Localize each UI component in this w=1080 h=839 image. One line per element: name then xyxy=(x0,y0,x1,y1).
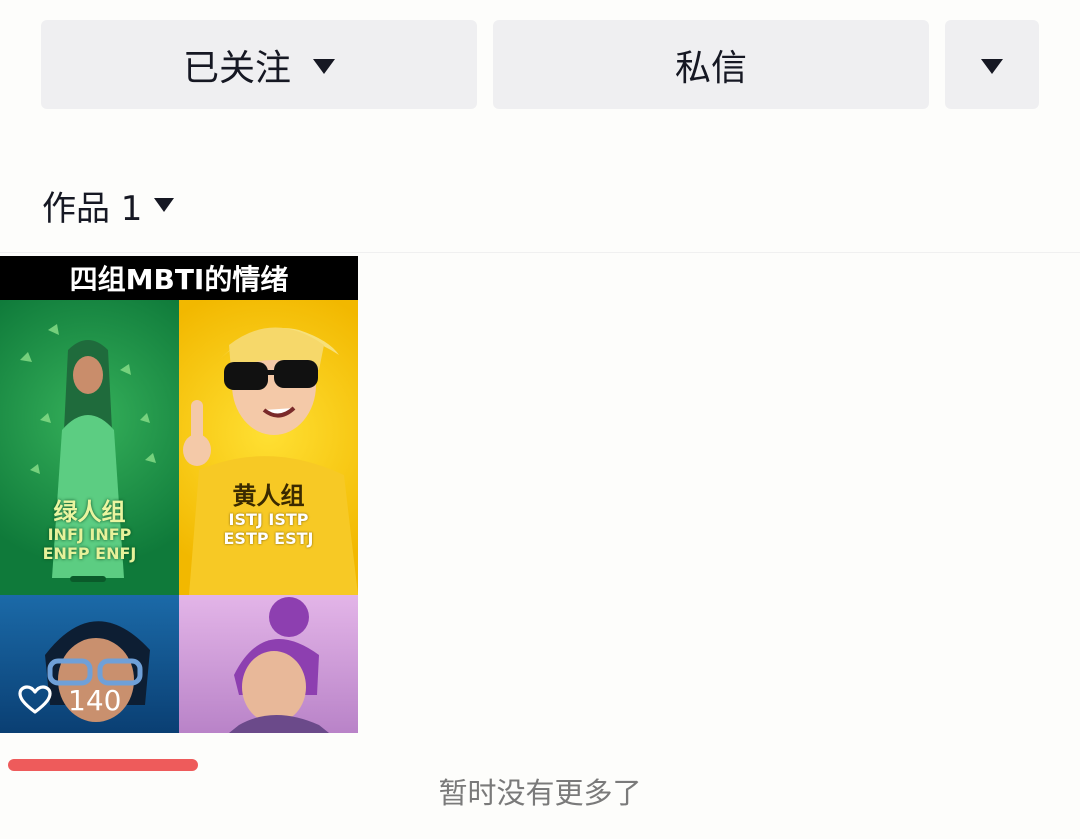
profile-page: 已关注 私信 作品 1 四组MBTI的情绪 绿人组 INFJ INFP ENFP… xyxy=(0,0,1080,839)
yellow-group-types: ISTJ ISTP ESTP ESTJ xyxy=(179,510,358,548)
tab-works[interactable]: 作品 1 xyxy=(42,180,175,230)
green-group-name: 绿人组 xyxy=(53,498,126,526)
no-more-text: 暂时没有更多了 xyxy=(438,776,642,810)
chevron-down-icon xyxy=(313,59,335,74)
more-options-button[interactable] xyxy=(945,20,1039,109)
video-thumbnail[interactable]: 四组MBTI的情绪 绿人组 INFJ INFP ENFP ENFJ 黄人组 IS… xyxy=(0,256,358,733)
chevron-down-icon xyxy=(154,198,175,212)
yellow-group-name: 黄人组 xyxy=(232,482,305,510)
message-label: 私信 xyxy=(674,47,747,89)
divider xyxy=(0,252,1080,253)
green-group-types: INFJ INFP ENFP ENFJ xyxy=(0,525,179,563)
yellow-character-illustration xyxy=(183,327,358,595)
yellow-group-types-line2: ESTP ESTJ xyxy=(223,529,314,548)
purple-group-panel xyxy=(179,595,358,733)
yellow-group-panel: 黄人组 ISTJ ISTP ESTP ESTJ xyxy=(179,300,358,595)
green-group-types-line1: INFJ INFP xyxy=(47,525,132,544)
following-button[interactable]: 已关注 xyxy=(41,20,477,109)
purple-character-illustration xyxy=(229,597,329,733)
chevron-down-icon xyxy=(981,59,1003,74)
works-tab-label: 作品 1 xyxy=(42,188,143,229)
heart-icon xyxy=(18,685,52,714)
message-button[interactable]: 私信 xyxy=(493,20,929,109)
like-count-value: 140 xyxy=(68,683,122,717)
like-count: 140 xyxy=(18,680,121,720)
green-group-types-line2: ENFP ENFJ xyxy=(42,544,137,563)
green-group-panel: 绿人组 INFJ INFP ENFP ENFJ xyxy=(0,300,179,595)
video-title: 四组MBTI的情绪 xyxy=(0,256,358,300)
yellow-group-types-line1: ISTJ ISTP xyxy=(228,510,309,529)
following-label: 已关注 xyxy=(182,47,291,89)
